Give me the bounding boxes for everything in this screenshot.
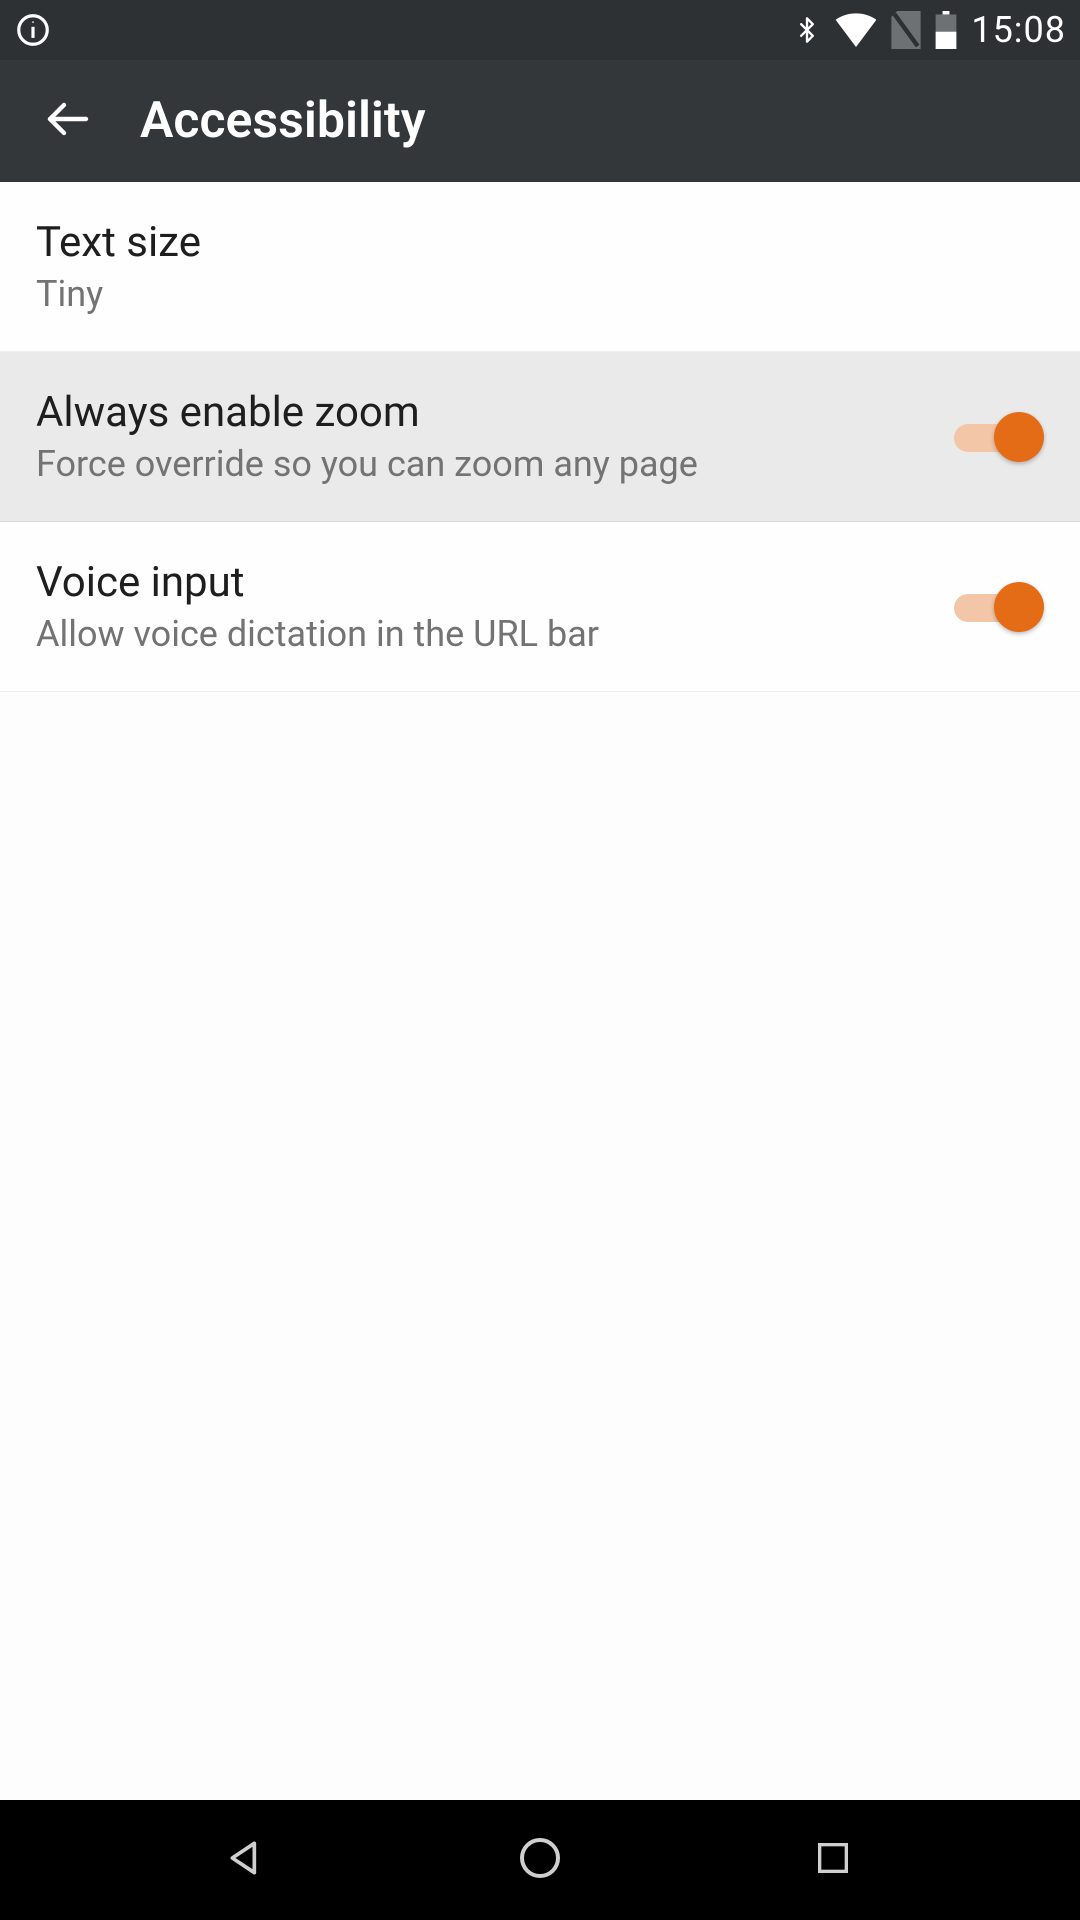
toggle-thumb: [994, 582, 1044, 632]
setting-voice-input-texts: Voice input Allow voice dictation in the…: [36, 558, 599, 655]
wifi-icon: [835, 13, 877, 47]
setting-voice-input[interactable]: Voice input Allow voice dictation in the…: [0, 522, 1080, 692]
back-button[interactable]: [38, 91, 98, 151]
no-sim-icon: [891, 11, 921, 49]
info-icon: [14, 11, 52, 49]
setting-text-size-texts: Text size Tiny: [36, 218, 201, 315]
bluetooth-icon: [793, 11, 821, 49]
status-time: 15:08: [971, 9, 1066, 51]
nav-home-button[interactable]: [500, 1820, 580, 1900]
setting-text-size-value: Tiny: [36, 273, 201, 315]
setting-voice-input-title: Voice input: [36, 558, 599, 607]
setting-always-zoom-subtitle: Force override so you can zoom any page: [36, 443, 698, 485]
circle-home-icon: [516, 1834, 564, 1886]
setting-text-size-title: Text size: [36, 218, 201, 267]
setting-always-zoom-title: Always enable zoom: [36, 388, 698, 437]
arrow-left-icon: [44, 95, 92, 147]
triangle-back-icon: [225, 1836, 269, 1884]
settings-list: Text size Tiny Always enable zoom Force …: [0, 182, 1080, 692]
setting-always-zoom-texts: Always enable zoom Force override so you…: [36, 388, 698, 485]
app-bar: Accessibility: [0, 60, 1080, 182]
toggle-thumb: [994, 412, 1044, 462]
toggle-voice-input[interactable]: [954, 582, 1044, 632]
page-title: Accessibility: [140, 92, 426, 150]
setting-text-size[interactable]: Text size Tiny: [0, 182, 1080, 352]
content-area: Text size Tiny Always enable zoom Force …: [0, 182, 1080, 1800]
square-recent-icon: [813, 1838, 853, 1882]
nav-recent-button[interactable]: [793, 1820, 873, 1900]
setting-always-zoom[interactable]: Always enable zoom Force override so you…: [0, 352, 1080, 522]
nav-back-button[interactable]: [207, 1820, 287, 1900]
toggle-always-zoom[interactable]: [954, 412, 1044, 462]
navigation-bar: [0, 1800, 1080, 1920]
setting-voice-input-subtitle: Allow voice dictation in the URL bar: [36, 613, 599, 655]
battery-icon: [935, 11, 957, 49]
status-bar: 15:08: [0, 0, 1080, 60]
status-left: [14, 11, 52, 49]
status-right: 15:08: [793, 9, 1066, 51]
